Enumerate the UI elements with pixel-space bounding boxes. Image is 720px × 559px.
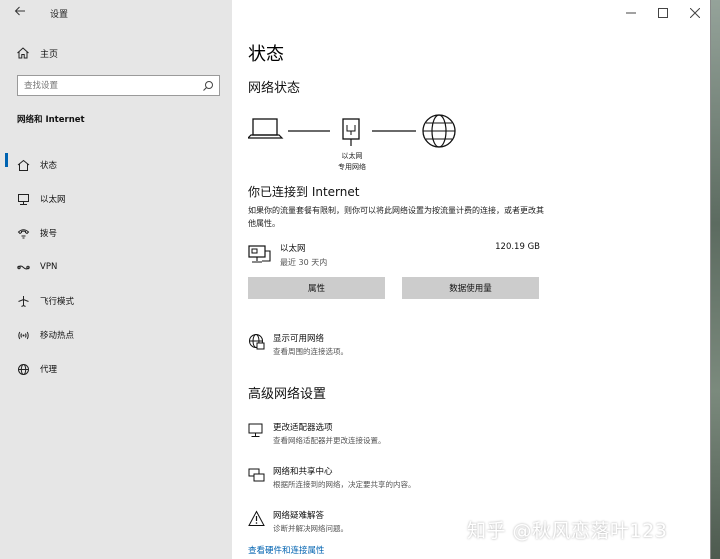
ethernet-port-icon xyxy=(342,118,360,146)
page-title: 状态 xyxy=(248,44,284,65)
advanced-item-desc: 查看网络适配器并更改连接设置。 xyxy=(273,436,386,445)
properties-button[interactable]: 属性 xyxy=(248,277,385,299)
laptop-icon xyxy=(248,118,284,139)
hotspot-icon xyxy=(17,329,30,342)
sidebar-item-hotspot[interactable]: 移动热点 xyxy=(0,318,232,352)
close-button[interactable] xyxy=(679,0,710,26)
close-icon xyxy=(690,8,700,18)
data-usage-button[interactable]: 数据使用量 xyxy=(402,277,539,299)
sidebar-item-status[interactable]: 状态 xyxy=(0,148,232,182)
sidebar-item-label: 飞行模式 xyxy=(40,297,75,307)
desktop-background xyxy=(711,0,720,559)
search-icon[interactable] xyxy=(202,80,214,92)
sidebar: 设置 主页 网络和 Internet 状态 xyxy=(0,0,232,559)
titlebar: 设置 xyxy=(0,0,232,26)
globe-network-icon xyxy=(249,334,265,350)
section-label: 网络和 Internet xyxy=(17,115,85,125)
advanced-item-desc: 诊断并解决网络问题。 xyxy=(273,524,348,533)
internet-globe-icon xyxy=(422,114,456,148)
diagram-caption: 以太网 专用网络 xyxy=(336,151,368,173)
home-nav-item[interactable]: 主页 xyxy=(16,45,58,61)
advanced-item-title: 网络和共享中心 xyxy=(273,467,333,477)
adapter-name: 以太网 xyxy=(280,244,306,254)
show-networks-title: 显示可用网络 xyxy=(273,334,325,344)
show-networks-desc: 查看周围的连接选项。 xyxy=(273,347,348,356)
show-available-networks-link[interactable]: 显示可用网络 查看周围的连接选项。 xyxy=(248,332,548,362)
minimize-icon xyxy=(626,12,636,14)
vpn-icon xyxy=(17,261,30,274)
hardware-properties-link[interactable]: 查看硬件和连接属性 xyxy=(248,544,325,556)
adapter-monitor-icon xyxy=(248,423,263,437)
maximize-button[interactable] xyxy=(647,0,679,26)
connected-title: 你已连接到 Internet xyxy=(248,185,360,199)
sidebar-item-label: 拨号 xyxy=(40,229,58,239)
back-arrow-icon xyxy=(14,6,25,16)
adapter-usage: 120.19 GB xyxy=(495,242,540,252)
network-status-heading: 网络状态 xyxy=(248,81,301,96)
search-input[interactable] xyxy=(24,79,194,93)
globe-icon xyxy=(17,363,30,376)
diagram-adapter-label: 以太网 xyxy=(341,152,363,160)
sidebar-item-label: 以太网 xyxy=(40,195,66,205)
sidebar-item-proxy[interactable]: 代理 xyxy=(0,352,232,386)
window-title: 设置 xyxy=(50,10,69,20)
diagram-network-label: 专用网络 xyxy=(338,163,366,171)
sidebar-item-airplane[interactable]: 飞行模式 xyxy=(0,284,232,318)
window-controls xyxy=(615,0,710,26)
warning-icon xyxy=(248,510,265,526)
sidebar-item-vpn[interactable]: VPN xyxy=(0,250,232,284)
home-icon xyxy=(17,47,29,59)
home-label: 主页 xyxy=(40,49,59,60)
advanced-settings-heading: 高级网络设置 xyxy=(248,387,327,402)
sidebar-item-dialup[interactable]: 拨号 xyxy=(0,216,232,250)
ethernet-icon xyxy=(17,193,30,206)
sidebar-item-label: 移动热点 xyxy=(40,331,75,341)
sidebar-item-ethernet[interactable]: 以太网 xyxy=(0,182,232,216)
advanced-item-title: 更改适配器选项 xyxy=(273,423,333,433)
settings-window: 设置 主页 网络和 Internet 状态 xyxy=(0,0,711,559)
change-adapter-options-link[interactable]: 更改适配器选项 查看网络适配器并更改连接设置。 xyxy=(248,421,548,451)
advanced-item-title: 网络疑难解答 xyxy=(273,511,325,521)
sidebar-nav: 状态 以太网 拨号 VPN 飞行模式 移动热点 代理 xyxy=(0,148,232,386)
network-sharing-center-link[interactable]: 网络和共享中心 根据所连接到的网络，决定要共享的内容。 xyxy=(248,465,548,495)
sharing-center-icon xyxy=(248,468,265,482)
back-button[interactable] xyxy=(14,5,30,21)
adapter-period: 最近 30 天内 xyxy=(280,258,328,267)
sidebar-item-label: 状态 xyxy=(40,161,58,171)
airplane-icon xyxy=(17,295,30,308)
ethernet-adapter-icon xyxy=(248,245,271,263)
status-icon xyxy=(17,159,30,172)
search-box[interactable] xyxy=(17,75,220,96)
adapter-summary: 以太网 最近 30 天内 120.19 GB xyxy=(248,242,540,270)
sidebar-item-label: 代理 xyxy=(40,365,58,375)
connected-description: 如果你的流量套餐有限制，则你可以将此网络设置为按流量计费的连接，或者更改其他属性… xyxy=(248,206,544,228)
maximize-icon xyxy=(658,8,668,18)
minimize-button[interactable] xyxy=(615,0,647,26)
sidebar-item-label: VPN xyxy=(40,262,58,272)
watermark: 知乎 @秋风恋落叶123 xyxy=(467,520,668,542)
advanced-item-desc: 根据所连接到的网络，决定要共享的内容。 xyxy=(273,480,416,489)
main-content: 状态 网络状态 以太网 专用网络 你已连接到 Internet 如果你的流量套餐… xyxy=(232,0,710,559)
dialup-icon xyxy=(17,227,30,240)
